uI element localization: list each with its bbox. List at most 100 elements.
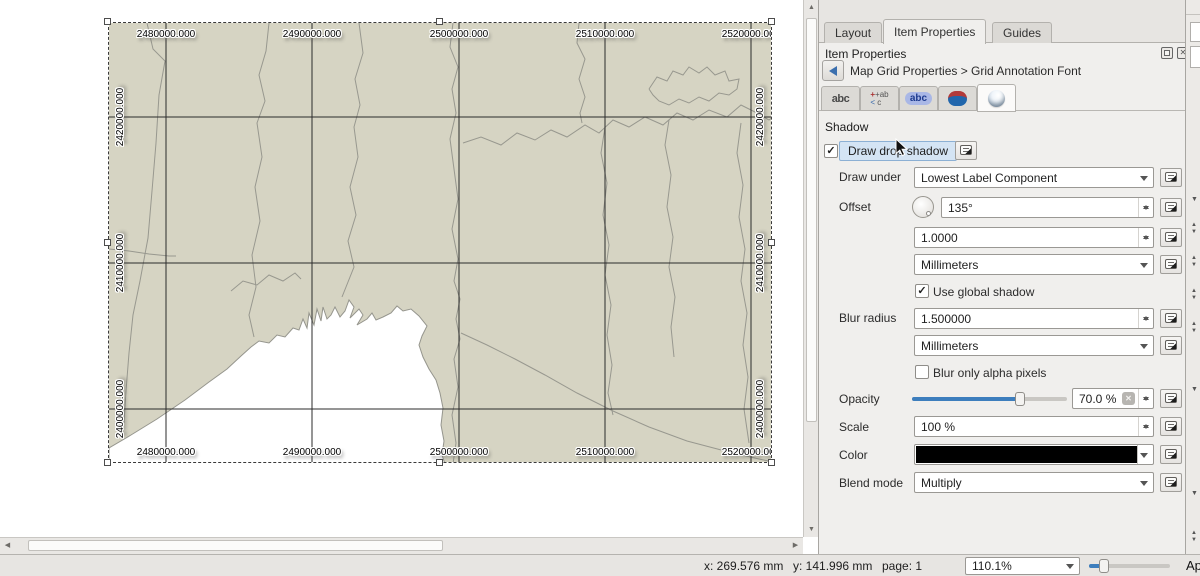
opacity-slider[interactable]	[912, 397, 1067, 401]
map-frame: 2480000.000 2490000.000 2500000.000 2510…	[108, 22, 772, 463]
horizontal-scrollbar[interactable]: ◀ ▶	[0, 537, 803, 554]
map-item[interactable]: 2480000.000 2490000.000 2500000.000 2510…	[108, 22, 772, 463]
spin-buttons[interactable]	[1138, 389, 1153, 408]
scroll-down-icon[interactable]: ▼	[804, 522, 819, 537]
tab-item-properties[interactable]: Item Properties	[883, 19, 986, 44]
data-defined-override-button[interactable]	[1160, 389, 1182, 408]
scroll-right-icon[interactable]: ▶	[788, 538, 803, 553]
data-defined-override-button[interactable]	[1160, 228, 1182, 247]
float-inner-icon	[1164, 50, 1170, 56]
partial-widget-fragment	[1190, 46, 1200, 68]
grid-label: 2520000.000	[722, 448, 772, 458]
blur-alpha-label[interactable]: Blur only alpha pixels	[933, 366, 1046, 380]
mouse-cursor	[895, 138, 909, 158]
offset-units-select[interactable]: Millimeters	[914, 254, 1154, 275]
blur-radius-spinbox[interactable]: 1.500000	[914, 308, 1154, 329]
tab-buffer[interactable]: abc	[899, 86, 938, 111]
selection-handle[interactable]	[104, 459, 111, 466]
use-global-shadow-label[interactable]: Use global shadow	[933, 285, 1034, 299]
partial-widget-fragment	[1186, 14, 1200, 15]
use-global-shadow-checkbox[interactable]: ✓	[915, 284, 929, 298]
float-panel-icon[interactable]	[1161, 47, 1173, 59]
draw-under-select[interactable]: Lowest Label Component	[914, 167, 1154, 188]
grid-label: 2500000.000	[430, 448, 488, 458]
blend-mode-label: Blend mode	[839, 476, 903, 490]
data-defined-override-button[interactable]	[1160, 336, 1182, 355]
spin-buttons[interactable]	[1138, 309, 1153, 328]
shadow-color-button[interactable]	[914, 444, 1154, 465]
cursor-y-readout: y: 141.996 mm	[793, 559, 872, 573]
partial-widget-fragment	[1190, 22, 1200, 42]
grid-label: 2510000.000	[576, 448, 634, 458]
grid-label: 2480000.000	[137, 30, 195, 40]
back-button[interactable]	[822, 60, 844, 81]
partial-widget-fragment: ▲▼	[1191, 255, 1197, 269]
tab-background[interactable]	[938, 86, 977, 111]
tab-guides[interactable]: Guides	[992, 22, 1052, 43]
offset-distance-spinbox[interactable]: 1.0000	[914, 227, 1154, 248]
zoom-level-combobox[interactable]: 110.1%	[965, 557, 1080, 575]
grid-label: 2500000.000	[430, 30, 488, 40]
draw-drop-shadow-checkbox[interactable]: ✓	[824, 144, 838, 158]
data-defined-override-button[interactable]	[955, 141, 977, 160]
clipped-panel-edge: ▼ ▲▼ ▲▼ ▲▼ ▲▼ ▼ ▼ ▲▼	[1185, 0, 1200, 554]
vertical-scrollbar-thumb[interactable]	[806, 18, 817, 422]
expression-icon	[1165, 259, 1177, 269]
zoom-slider[interactable]	[1089, 564, 1170, 568]
selection-handle[interactable]	[768, 18, 775, 25]
scroll-left-icon[interactable]: ◀	[0, 538, 15, 553]
tab-formatting[interactable]: ++ab< c	[860, 86, 899, 111]
panel-tab-bar: Layout Item Properties Guides	[819, 0, 1185, 43]
selection-handle[interactable]	[768, 239, 775, 246]
expression-icon	[1165, 232, 1177, 242]
offset-angle-dial[interactable]	[912, 196, 934, 218]
selection-handle[interactable]	[436, 459, 443, 466]
qgis-layout-window: 2480000.000 2490000.000 2500000.000 2510…	[0, 0, 1200, 576]
scroll-up-icon[interactable]: ▲	[804, 0, 819, 15]
offset-angle-spinbox[interactable]: 135°	[941, 197, 1154, 218]
partial-widget-fragment: ▲▼	[1191, 321, 1197, 335]
partial-widget-fragment: ▼	[1191, 386, 1198, 393]
opacity-spinbox[interactable]: 70.0 % ✕	[1072, 388, 1154, 409]
grid-label: 2410000.000	[756, 234, 766, 292]
offset-label: Offset	[839, 200, 871, 214]
data-defined-override-button[interactable]	[1160, 445, 1182, 464]
selection-handle[interactable]	[104, 239, 111, 246]
tab-shadow[interactable]	[977, 84, 1016, 112]
blur-units-select[interactable]: Millimeters	[914, 335, 1154, 356]
data-defined-override-button[interactable]	[1160, 473, 1182, 492]
data-defined-override-button[interactable]	[1160, 417, 1182, 436]
grid-label: 2400000.000	[756, 380, 766, 438]
vertical-scrollbar[interactable]: ▲ ▼	[803, 0, 818, 537]
grid-label: 2420000.000	[116, 88, 126, 146]
partial-widget-fragment: ▲▼	[1191, 222, 1197, 236]
color-dropdown[interactable]	[1137, 445, 1153, 464]
data-defined-override-button[interactable]	[1160, 309, 1182, 328]
spin-buttons[interactable]	[1138, 228, 1153, 247]
data-defined-override-button[interactable]	[1160, 255, 1182, 274]
partial-widget-fragment: ▲▼	[1191, 288, 1197, 302]
text-tab-icon: abc	[832, 93, 849, 105]
spin-buttons[interactable]	[1138, 417, 1153, 436]
scale-spinbox[interactable]: 100 %	[914, 416, 1154, 437]
tab-text[interactable]: abc	[821, 86, 860, 111]
zoom-slider-handle[interactable]	[1099, 559, 1109, 573]
selection-handle[interactable]	[768, 459, 775, 466]
blend-mode-select[interactable]: Multiply	[914, 472, 1154, 493]
spin-buttons[interactable]	[1138, 198, 1153, 217]
selection-handle[interactable]	[436, 18, 443, 25]
spin-down-icon	[1143, 206, 1149, 213]
data-defined-override-button[interactable]	[1160, 198, 1182, 217]
tab-layout[interactable]: Layout	[824, 22, 882, 43]
color-swatch	[916, 446, 1138, 463]
grid-label: 2410000.000	[116, 234, 126, 292]
partial-widget-fragment: ▼	[1191, 196, 1198, 203]
blur-alpha-checkbox[interactable]	[915, 365, 929, 379]
opacity-slider-handle[interactable]	[1015, 392, 1025, 406]
clear-icon[interactable]: ✕	[1122, 392, 1135, 405]
font-settings-tab-bar: abc ++ab< c abc	[819, 84, 1185, 111]
data-defined-override-button[interactable]	[1160, 168, 1182, 187]
layout-canvas[interactable]: 2480000.000 2490000.000 2500000.000 2510…	[0, 0, 818, 554]
selection-handle[interactable]	[104, 18, 111, 25]
horizontal-scrollbar-thumb[interactable]	[28, 540, 443, 551]
